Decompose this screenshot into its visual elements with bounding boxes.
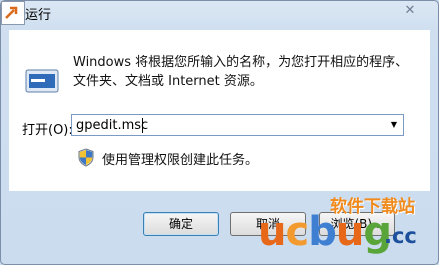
window-title: 运行 (25, 8, 52, 23)
uac-shield-icon (78, 148, 94, 167)
watermark-domain-suffix: .cc (384, 224, 417, 248)
logo-letter: u (258, 209, 287, 255)
text-caret (142, 118, 143, 133)
admin-note: 使用管理权限创建此任务。 (102, 153, 259, 168)
run-program-icon (25, 69, 59, 93)
ok-button[interactable]: 确定 (143, 212, 219, 236)
dialog-content: Windows 将根据您所输入的名称，为您打开相应的程序、文件夹、文档或 Int… (9, 30, 430, 191)
open-label: 打开(O): (22, 123, 73, 138)
logo-letter: u (335, 209, 365, 255)
command-combobox[interactable]: gpedit.msc ▼ (71, 114, 404, 136)
watermark-logo: ucbug (258, 209, 392, 255)
site-watermark: 软件下载站 ucbug .cc (258, 189, 438, 265)
logo-letter: b (308, 209, 337, 255)
arrow-icon (5, 6, 18, 19)
run-window-icon (1, 1, 25, 25)
logo-letter: c (285, 209, 309, 255)
dialog-description: Windows 将根据您所输入的名称，为您打开相应的程序、文件夹、文档或 Int… (73, 55, 409, 89)
close-button[interactable]: ✕ (402, 4, 418, 18)
command-input[interactable]: gpedit.msc (76, 118, 148, 133)
chevron-down-icon[interactable]: ▼ (385, 115, 403, 135)
